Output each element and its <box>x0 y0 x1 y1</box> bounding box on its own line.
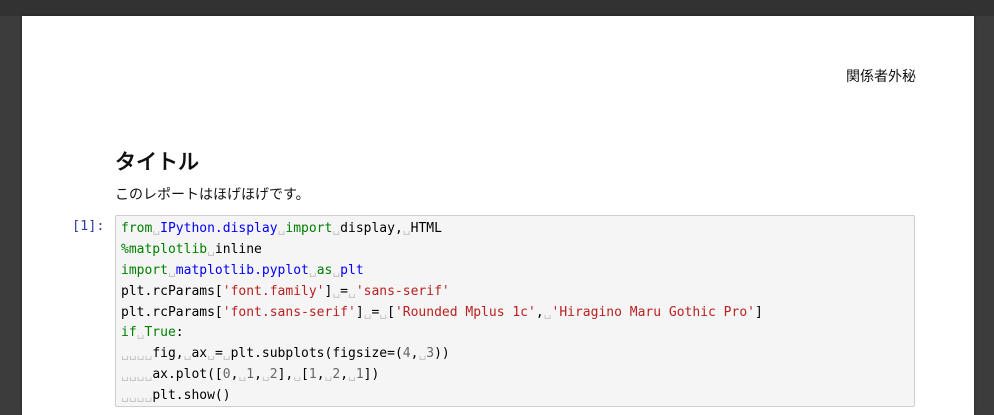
code-token: 'sans-serif' <box>355 283 450 299</box>
code-token: 'Rounded Mplus 1c' <box>394 304 536 320</box>
code-token: plt.rcParams[ <box>121 304 223 320</box>
code-token: plt <box>340 262 364 278</box>
page-title: タイトル <box>115 150 199 174</box>
code-line: from␣IPython.display␣import␣display,␣HTM… <box>121 219 909 240</box>
code-token: ␣ <box>207 241 215 257</box>
code-token: = <box>214 346 223 362</box>
code-token: %matplotlib <box>121 241 208 257</box>
code-token: ␣␣␣␣ <box>121 367 153 383</box>
code-token: ␣ <box>308 262 317 278</box>
code-token: ], <box>277 367 294 383</box>
code-token: 2 <box>269 367 278 383</box>
cell-prompt: [1]: <box>72 218 105 234</box>
code-token: if <box>121 325 137 341</box>
code-token: = <box>340 283 348 299</box>
code-token: 'font.family' <box>222 283 325 299</box>
code-token: as <box>316 262 333 278</box>
code-token: 4 <box>402 346 411 362</box>
code-token: , <box>340 367 349 383</box>
code-token: ␣ <box>543 304 552 320</box>
code-token: : <box>175 325 184 341</box>
code-token: ␣ <box>402 221 411 236</box>
code-token: ␣␣␣␣ <box>121 346 153 362</box>
code-token: ] <box>355 304 364 320</box>
code-token: ]) <box>363 367 380 383</box>
code-token: ␣ <box>379 304 388 320</box>
code-token: 1 <box>355 367 364 383</box>
code-token: IPython.display <box>160 221 278 236</box>
code-token: matplotlib.pyplot <box>175 262 309 278</box>
code-line: plt.rcParams['font.sans-serif']␣=␣['Roun… <box>121 303 909 324</box>
confidential-label: 関係者外秘 <box>846 69 916 85</box>
document-page: 関係者外秘 タイトル このレポートはほげほげです。 [1]: from␣IPyt… <box>22 16 974 415</box>
code-token: ax.plot([ <box>152 367 223 383</box>
window-top-bar <box>0 0 994 16</box>
code-token: [ <box>301 367 309 383</box>
code-token: plt.subplots(figsize=( <box>230 346 403 362</box>
code-token: ␣ <box>261 367 270 383</box>
code-token: fig, <box>152 346 184 362</box>
code-token: ␣ <box>348 367 356 383</box>
code-line: ␣␣␣␣plt.show() <box>121 386 909 407</box>
code-token: 'Hiragino Maru Gothic Pro' <box>551 304 756 320</box>
code-token: 3 <box>426 346 435 362</box>
code-token: plt.rcParams[ <box>121 283 223 299</box>
code-token: ␣ <box>332 283 341 299</box>
code-token: ] <box>755 304 763 320</box>
code-token: import <box>121 262 168 278</box>
code-cell[interactable]: from␣IPython.display␣import␣display,␣HTM… <box>115 215 915 407</box>
code-line: plt.rcParams['font.family']␣=␣'sans-seri… <box>121 282 909 303</box>
code-token: 1 <box>308 367 317 383</box>
code-token: 1 <box>246 367 255 383</box>
code-token: ␣ <box>222 346 231 362</box>
code-token: )) <box>434 346 450 362</box>
code-line: if␣True: <box>121 323 909 344</box>
code-token: ␣ <box>293 367 302 383</box>
code-token: display, <box>340 221 403 236</box>
code-token: ax <box>191 346 208 362</box>
code-token: True <box>144 325 176 341</box>
code-token: 'font.sans-serif' <box>222 304 356 320</box>
page-subtitle: このレポートはほげほげです。 <box>115 187 310 203</box>
code-line: import␣matplotlib.pyplot␣as␣plt <box>121 261 909 282</box>
code-line: %matplotlib␣inline <box>121 240 909 261</box>
code-token: import <box>285 221 333 236</box>
code-token: ␣␣␣␣ <box>121 388 153 404</box>
code-token: from <box>121 221 153 236</box>
code-token: inline <box>214 241 262 257</box>
code-token: ␣ <box>167 262 176 278</box>
code-token: , <box>535 304 544 320</box>
code-token: , <box>254 367 262 383</box>
code-token: plt.show() <box>152 388 231 404</box>
code-token: [ <box>387 304 395 320</box>
code-token: ␣ <box>332 221 341 236</box>
code-token: ␣ <box>207 346 215 362</box>
code-line: ␣␣␣␣fig,␣ax␣=␣plt.subplots(figsize=(4,␣3… <box>121 344 909 365</box>
code-token: 0 <box>222 367 231 383</box>
code-token: ␣ <box>347 283 356 299</box>
code-token: HTML <box>410 221 442 236</box>
code-token: , <box>316 367 325 383</box>
code-line: ␣␣␣␣ax.plot([0,␣1,␣2],␣[1,␣2,␣1]) <box>121 365 909 386</box>
code-token: 2 <box>332 367 341 383</box>
code-token: ␣ <box>332 262 341 278</box>
code-token: ␣ <box>152 221 161 236</box>
